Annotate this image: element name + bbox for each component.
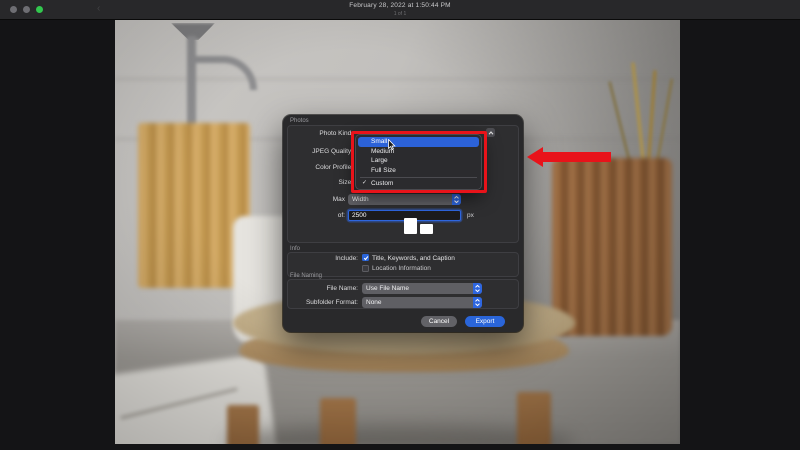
max-dimension-value: Width bbox=[352, 196, 369, 203]
size-preview-large-icon bbox=[404, 218, 417, 234]
color-profile-label: Color Profile: bbox=[315, 164, 353, 171]
include-label: Include: bbox=[335, 255, 358, 262]
file-name-popup[interactable]: Use File Name bbox=[362, 283, 482, 294]
subfolder-format-value: None bbox=[366, 299, 382, 306]
subfolder-format-label: Subfolder Format: bbox=[305, 299, 358, 306]
title-keywords-label: Title, Keywords, and Caption bbox=[372, 254, 455, 262]
photo-date-title: February 28, 2022 at 1:50:44 PM bbox=[349, 2, 451, 9]
popup-stepper-icon bbox=[473, 297, 482, 308]
max-label: Max bbox=[332, 196, 345, 203]
checkmark-icon bbox=[363, 255, 368, 260]
annotation-arrow-body bbox=[541, 152, 611, 162]
chevron-up-icon bbox=[488, 130, 493, 135]
location-checkbox[interactable] bbox=[362, 264, 369, 272]
annotation-rectangle bbox=[351, 131, 487, 193]
file-name-value: Use File Name bbox=[366, 285, 409, 292]
popup-stepper-icon bbox=[452, 194, 461, 205]
screen: ‹ February 28, 2022 at 1:50:44 PM 1 of 1… bbox=[0, 0, 800, 450]
cancel-button[interactable]: Cancel bbox=[421, 316, 457, 327]
px-unit-label: px bbox=[467, 212, 474, 219]
size-value: 2500 bbox=[352, 212, 367, 219]
max-dimension-popup[interactable]: Width bbox=[348, 194, 461, 205]
file-name-label: File Name: bbox=[326, 285, 358, 292]
photo-kind-label: Photo Kind: bbox=[319, 130, 353, 137]
subfolder-format-popup[interactable]: None bbox=[362, 297, 482, 308]
of-label: of: bbox=[337, 212, 345, 219]
photo-kind-popup-button[interactable] bbox=[486, 128, 495, 137]
size-label: Size: bbox=[338, 179, 353, 186]
title-keywords-checkbox[interactable] bbox=[362, 254, 369, 261]
size-preview-small-icon bbox=[420, 224, 433, 234]
jpeg-quality-label: JPEG Quality: bbox=[312, 148, 353, 155]
photos-section-label: Photos bbox=[290, 118, 309, 124]
popup-stepper-icon bbox=[473, 283, 482, 294]
title-bar: ‹ February 28, 2022 at 1:50:44 PM 1 of 1 bbox=[0, 0, 800, 20]
location-label: Location Information bbox=[372, 265, 431, 272]
photo-count-label: 1 of 1 bbox=[393, 11, 407, 17]
export-button[interactable]: Export bbox=[465, 316, 505, 327]
